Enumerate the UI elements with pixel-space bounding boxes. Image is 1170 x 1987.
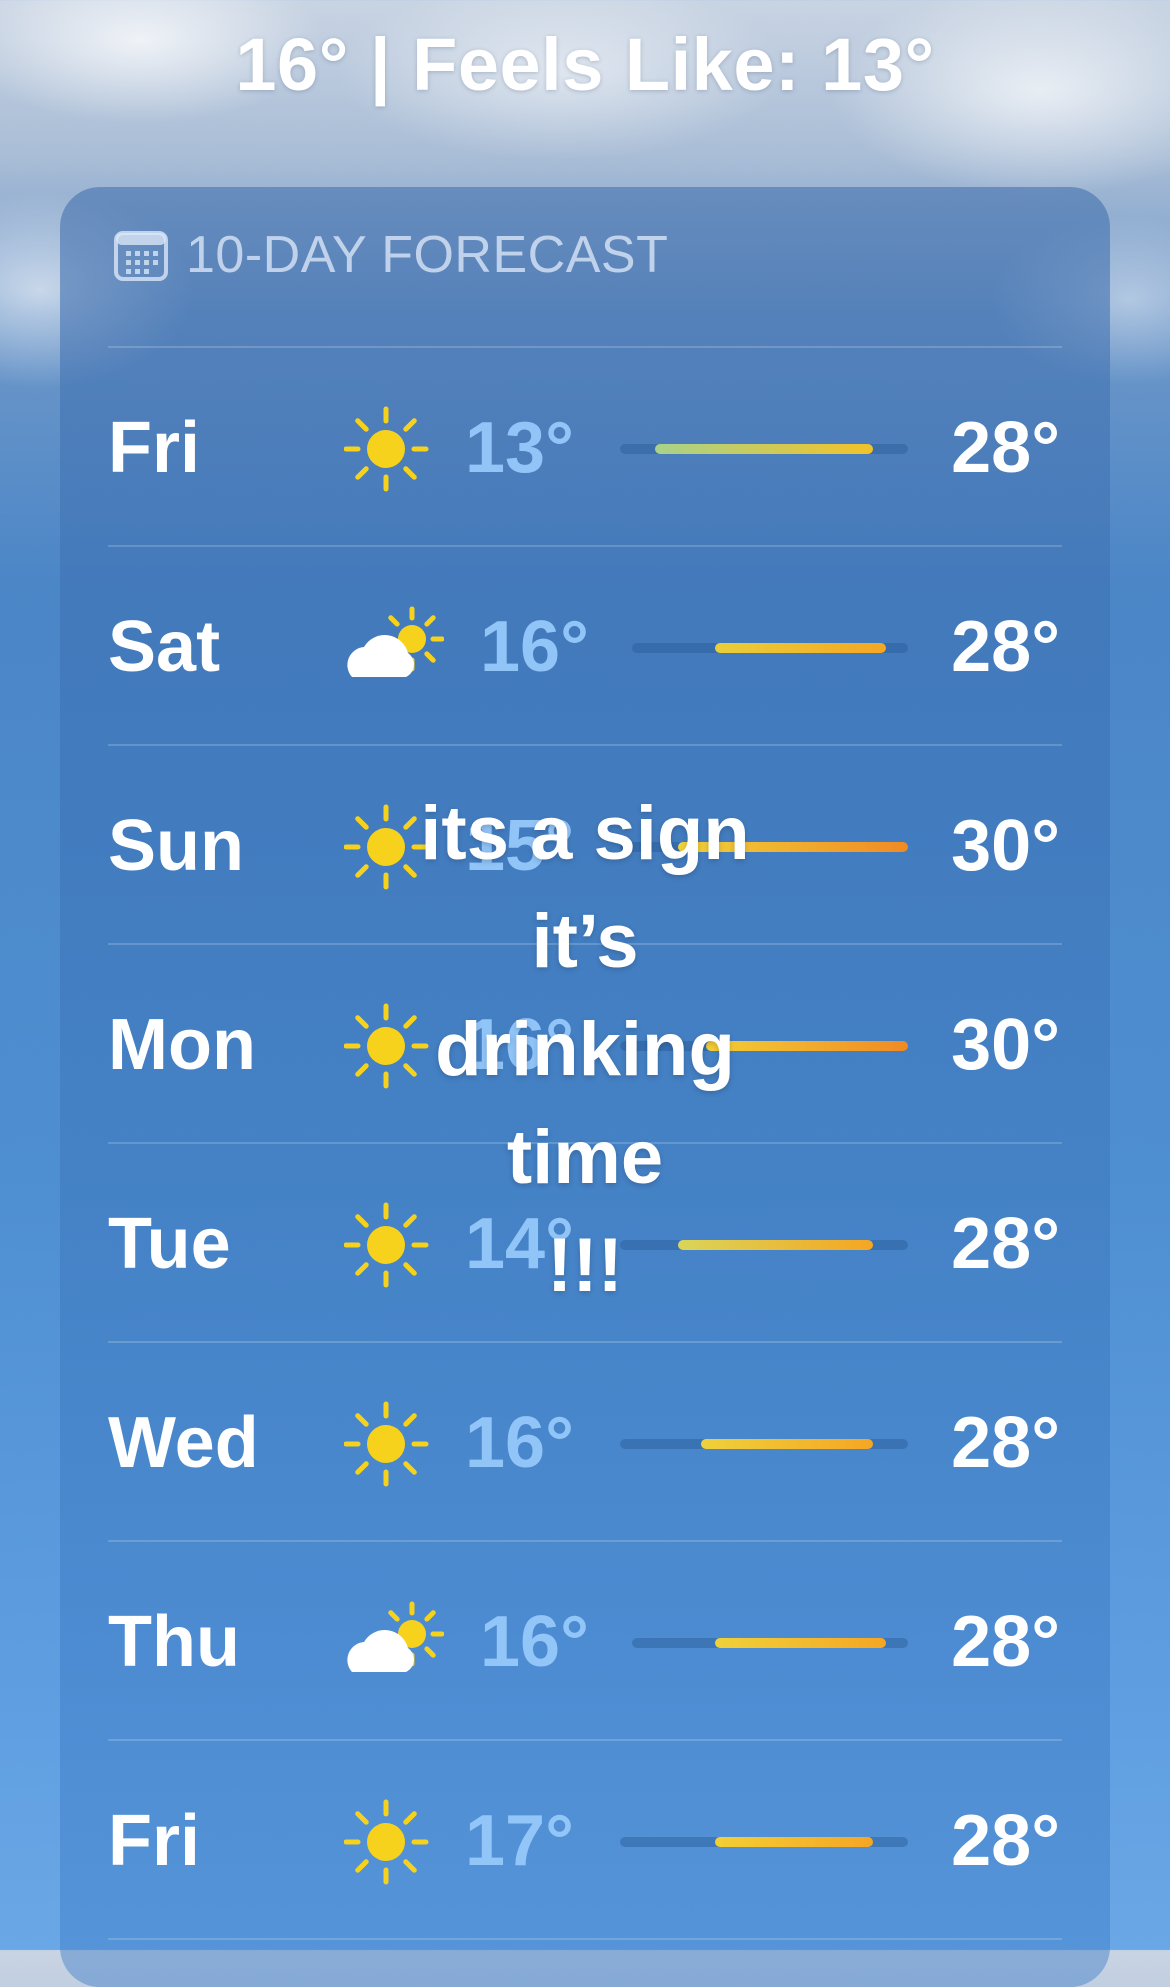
low-temp: 17° xyxy=(465,1801,574,1881)
day-label: Fri xyxy=(108,1801,201,1881)
caption-overlay: its a sign it’s drinking time!!! xyxy=(300,780,870,1320)
temp-range-track xyxy=(620,1439,908,1449)
day-label: Fri xyxy=(108,408,201,488)
forecast-row[interactable]: Sat 16° 28° xyxy=(60,547,1110,746)
high-temp: 30° xyxy=(951,1005,1060,1085)
low-temp: 16° xyxy=(480,1602,589,1682)
high-temp: 30° xyxy=(951,806,1060,886)
card-title: 10-DAY FORECAST xyxy=(186,226,669,284)
partly-sunny-icon xyxy=(344,1598,445,1688)
temp-range-track xyxy=(632,1638,908,1648)
day-label: Mon xyxy=(108,1005,256,1085)
temp-range-track xyxy=(620,1837,908,1847)
temp-range-bar xyxy=(654,444,874,454)
day-label: Wed xyxy=(108,1403,259,1483)
high-temp: 28° xyxy=(951,607,1060,687)
forecast-row[interactable]: Thu 16° 28° xyxy=(60,1542,1110,1741)
temp-range-bar xyxy=(715,1837,874,1847)
caption-line: it’s xyxy=(531,899,639,984)
forecast-row[interactable]: Fri 17° 28° xyxy=(60,1741,1110,1940)
row-divider xyxy=(108,1938,1062,1940)
low-temp: 13° xyxy=(465,408,574,488)
calendar-icon xyxy=(114,231,168,281)
day-label: Sat xyxy=(108,607,221,687)
sun-icon xyxy=(343,1797,444,1887)
low-temp: 16° xyxy=(465,1403,574,1483)
low-temp: 16° xyxy=(480,607,589,687)
card-header: 10-DAY FORECAST xyxy=(114,225,668,285)
high-temp: 28° xyxy=(951,1403,1060,1483)
day-label: Tue xyxy=(108,1204,231,1284)
high-temp: 28° xyxy=(951,1602,1060,1682)
forecast-row[interactable]: Wed 16° 28° xyxy=(60,1343,1110,1542)
temp-range-bar xyxy=(714,1638,886,1648)
day-label: Thu xyxy=(108,1602,240,1682)
sun-icon xyxy=(343,1399,444,1489)
current-temp-summary: 16° | Feels Like: 13° xyxy=(235,23,935,106)
temp-range-bar xyxy=(700,1439,874,1449)
temp-range-track xyxy=(632,643,908,653)
sun-icon xyxy=(343,404,444,494)
temp-range-bar xyxy=(714,643,886,653)
caption-line: drinking xyxy=(435,1007,735,1092)
day-label: Sun xyxy=(108,806,244,886)
partly-sunny-icon xyxy=(344,603,445,693)
caption-line: its a sign xyxy=(420,791,750,876)
forecast-row[interactable]: Fri 13° 28° xyxy=(60,348,1110,547)
caption-line: !!! xyxy=(547,1223,623,1308)
temp-range-track xyxy=(620,444,908,454)
high-temp: 28° xyxy=(951,408,1060,488)
high-temp: 28° xyxy=(951,1204,1060,1284)
caption-line: time xyxy=(506,1115,664,1200)
high-temp: 28° xyxy=(951,1801,1060,1881)
